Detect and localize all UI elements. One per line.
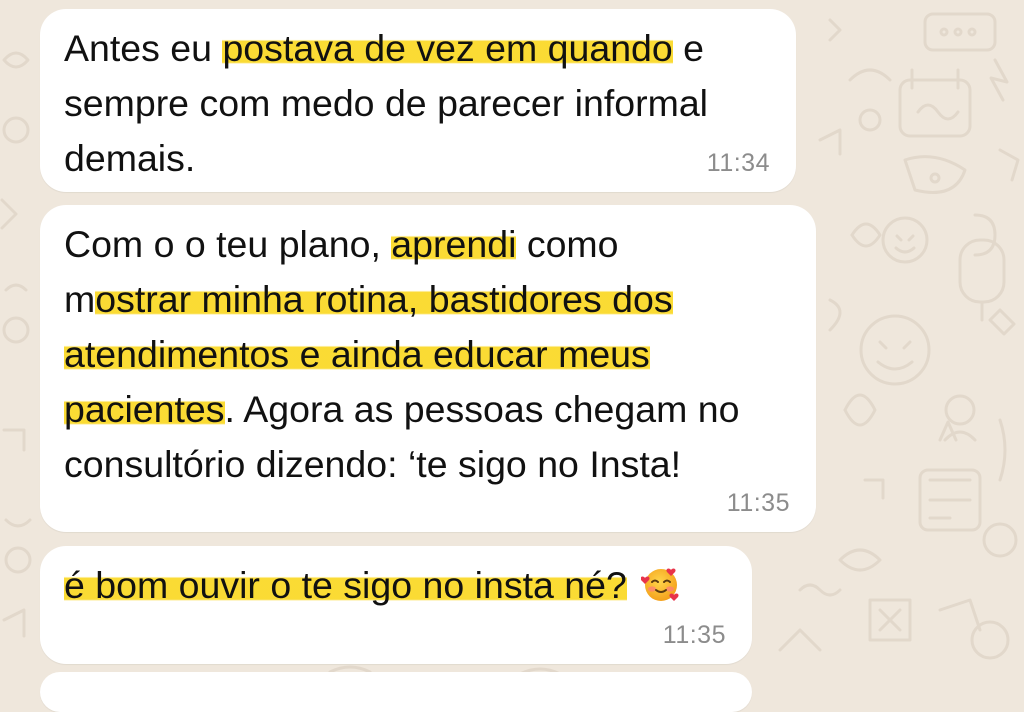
text-segment: e: [672, 27, 705, 69]
text-segment: m: [64, 278, 96, 320]
highlighted-text: postava de vez em quando: [222, 27, 673, 69]
message-text: Antes eu postava de vez em quando e sempr…: [64, 21, 708, 186]
message-line: Antes eu postava de vez em quando e: [64, 21, 708, 76]
message-timestamp: 11:35: [726, 489, 790, 517]
text-segment: Antes eu: [64, 27, 223, 69]
text-segment: demais.: [64, 137, 196, 179]
highlighted-text: atendimentos e ainda educar meus: [64, 333, 650, 375]
text-segment: . Agora as pessoas chegam no: [224, 388, 740, 430]
message-line: atendimentos e ainda educar meus: [64, 327, 739, 382]
smiling-face-with-hearts-icon: [640, 564, 681, 604]
text-segment: como: [516, 223, 619, 265]
text-segment: consultório dizendo: ‘te sigo no Insta!: [64, 443, 682, 485]
text-segment: [627, 564, 637, 606]
highlighted-text: aprendi: [391, 223, 517, 265]
text-segment: sempre com medo de parecer informal: [64, 82, 709, 124]
highlighted-text: é bom ouvir o te sigo no insta né?: [64, 564, 627, 606]
message-bubble-partial[interactable]: [40, 672, 752, 712]
message-line: sempre com medo de parecer informal: [64, 76, 708, 131]
highlighted-text: ostrar minha rotina, bastidores dos: [95, 278, 673, 320]
message-timestamp: 11:34: [706, 149, 770, 177]
message-timestamp: 11:35: [662, 621, 726, 649]
message-line: demais.: [64, 131, 708, 186]
message-line: é bom ouvir o te sigo no insta né?: [64, 558, 681, 613]
message-bubble[interactable]: Com o o teu plano, aprendi como mostrar m…: [40, 205, 816, 532]
message-line: mostrar minha rotina, bastidores dos: [64, 272, 739, 327]
message-line: consultório dizendo: ‘te sigo no Insta!: [64, 437, 739, 492]
message-text: Com o o teu plano, aprendi como mostrar m…: [64, 217, 739, 492]
message-bubble[interactable]: é bom ouvir o te sigo no insta né? 11:35: [40, 546, 752, 664]
message-text: é bom ouvir o te sigo no insta né?: [64, 558, 681, 613]
text-segment: Com o o teu plano,: [64, 223, 392, 265]
message-bubble[interactable]: Antes eu postava de vez em quando e sempr…: [40, 9, 796, 192]
message-line: pacientes. Agora as pessoas chegam no: [64, 382, 739, 437]
message-line: Com o o teu plano, aprendi como: [64, 217, 739, 272]
highlighted-text: pacientes: [64, 388, 225, 430]
